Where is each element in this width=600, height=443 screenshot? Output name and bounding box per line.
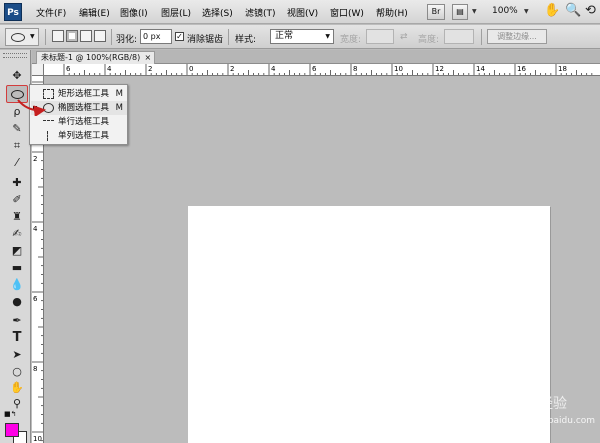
ruler-label: 2	[148, 65, 152, 73]
path-selection-tool-icon[interactable]: ➤	[6, 346, 28, 364]
close-icon[interactable]: ×	[145, 52, 152, 63]
add-selection-button[interactable]	[66, 30, 78, 42]
hand-icon[interactable]: ✋	[544, 3, 560, 18]
ruler-label: 10	[394, 65, 403, 73]
type-tool-icon[interactable]: T	[6, 329, 28, 347]
ruler-label: 4	[107, 65, 112, 73]
menu-select[interactable]: 选择(S)	[202, 6, 233, 19]
flyout-item-label: 单列选框工具	[58, 131, 110, 141]
ruler-label: 6	[66, 65, 71, 73]
menu-bar: Ps 文件(F) 编辑(E) 图像(I) 图层(L) 选择(S) 滤镜(T) 视…	[0, 0, 600, 24]
feather-input[interactable]: 0 px	[140, 29, 172, 44]
divider	[111, 29, 112, 45]
flyout-item-label: 矩形选框工具	[58, 89, 110, 99]
style-select[interactable]: 正常 ▼	[270, 29, 334, 44]
default-colors-icon[interactable]: ■↰	[4, 410, 16, 418]
ellipse-icon	[11, 33, 25, 42]
style-label: 样式:	[235, 35, 257, 45]
menu-file[interactable]: 文件(F)	[36, 6, 66, 19]
menu-view[interactable]: 视图(V)	[287, 6, 318, 19]
divider	[481, 29, 482, 45]
chevron-down-icon: ▼	[30, 33, 35, 40]
ruler-origin[interactable]	[32, 64, 44, 76]
height-label: 高度:	[418, 35, 440, 45]
ruler-label: 0	[189, 65, 193, 73]
menu-window[interactable]: 窗口(W)	[330, 6, 364, 19]
single-column-marquee-icon	[47, 131, 48, 141]
menu-layer[interactable]: 图层(L)	[161, 6, 191, 19]
shortcut-key: M	[115, 89, 123, 99]
gradient-tool-icon[interactable]: ▬	[6, 259, 28, 277]
toolbox-grip[interactable]	[3, 53, 27, 58]
flyout-item-label: 椭圆选框工具	[58, 103, 110, 113]
document-tab-title: 未标题-1 @ 100%(RGB/8)	[41, 53, 141, 62]
ruler-label: 18	[558, 65, 567, 73]
healing-brush-tool-icon[interactable]: ✚	[6, 174, 28, 192]
ruler-label: 8	[33, 365, 37, 373]
ruler-label: 16	[517, 65, 526, 73]
eraser-tool-icon[interactable]: ◩	[6, 242, 28, 260]
intersect-selection-button[interactable]	[94, 30, 106, 42]
document-tab-bar: 未标题-1 @ 100%(RGB/8) ×	[32, 50, 600, 64]
single-row-marquee-icon	[43, 120, 54, 121]
ruler-label: 2	[33, 155, 37, 163]
pen-tool-icon[interactable]: ✒	[6, 312, 28, 330]
clone-stamp-tool-icon[interactable]: ♜	[6, 208, 28, 226]
new-selection-button[interactable]	[52, 30, 64, 42]
width-input[interactable]	[366, 29, 394, 44]
width-label: 宽度:	[340, 35, 362, 45]
ruler-label: 10	[33, 435, 42, 443]
feather-label: 羽化:	[116, 35, 138, 45]
brush-tool-icon[interactable]: ✐	[6, 191, 28, 209]
shortcut-key: M	[115, 103, 123, 113]
ruler-label: 12	[435, 65, 444, 73]
history-brush-tool-icon[interactable]: ✍	[6, 225, 28, 243]
menu-filter[interactable]: 滤镜(T)	[245, 6, 276, 19]
move-tool-icon[interactable]: ✥	[6, 67, 28, 85]
bridge-button[interactable]: Br	[427, 4, 445, 20]
flyout-item-label: 单行选框工具	[58, 117, 110, 127]
document-canvas[interactable]	[188, 206, 550, 443]
crop-tool-icon[interactable]: ⌗	[6, 137, 28, 155]
options-bar: ▼ 羽化: 0 px ✓ 消除锯齿 样式: 正常 ▼ 宽度: ⇄ 高度: 调整边…	[0, 25, 600, 49]
height-input[interactable]	[444, 29, 474, 44]
antialias-checkbox[interactable]: ✓	[175, 32, 184, 41]
ruler-label: 8	[353, 65, 357, 73]
chevron-down-icon[interactable]: ▼	[524, 8, 529, 15]
rotate-view-icon[interactable]: ⟲	[585, 3, 596, 18]
style-value: 正常	[275, 31, 294, 41]
chevron-down-icon: ▼	[325, 33, 330, 40]
zoom-icon[interactable]: 🔍	[565, 3, 581, 18]
flyout-item-single-row-marquee[interactable]: 单行选框工具	[31, 115, 127, 129]
blur-tool-icon[interactable]: 💧	[6, 276, 28, 294]
subtract-selection-button[interactable]	[80, 30, 92, 42]
ruler-label: 6	[33, 295, 38, 303]
horizontal-ruler[interactable]: 6 4 2 0 2 4 6 8 10 12 14 16 18	[44, 64, 600, 76]
eyedropper-tool-icon[interactable]: ⁄	[6, 154, 28, 172]
ruler-label: 4	[33, 225, 38, 233]
flyout-item-single-column-marquee[interactable]: 单列选框工具	[31, 129, 127, 143]
divider	[45, 29, 46, 45]
foreground-color-swatch[interactable]	[5, 423, 19, 437]
swap-icon[interactable]: ⇄	[400, 32, 408, 42]
menu-image[interactable]: 图像(I)	[120, 6, 148, 19]
refine-edge-button[interactable]: 调整边缘...	[487, 29, 547, 44]
photoshop-logo: Ps	[4, 3, 22, 21]
chevron-down-icon[interactable]: ▼	[472, 8, 477, 15]
ruler-label: 6	[312, 65, 317, 73]
document-tab[interactable]: 未标题-1 @ 100%(RGB/8) ×	[36, 51, 156, 64]
antialias-label: 消除锯齿	[187, 35, 224, 45]
ruler-label: 2	[230, 65, 234, 73]
annotation-arrow-icon	[17, 99, 46, 116]
dodge-tool-icon[interactable]: ●	[6, 293, 28, 311]
screen-mode-icon[interactable]: ▤	[452, 4, 468, 20]
zoom-level[interactable]: 100%	[492, 6, 518, 16]
ruler-label: 14	[476, 65, 485, 73]
quick-selection-tool-icon[interactable]: ✎	[6, 120, 28, 138]
menu-edit[interactable]: 编辑(E)	[79, 6, 110, 19]
divider	[228, 29, 229, 45]
tool-preset-picker[interactable]: ▼	[5, 28, 39, 46]
menu-help[interactable]: 帮助(H)	[376, 6, 408, 19]
ruler-label: 4	[271, 65, 276, 73]
